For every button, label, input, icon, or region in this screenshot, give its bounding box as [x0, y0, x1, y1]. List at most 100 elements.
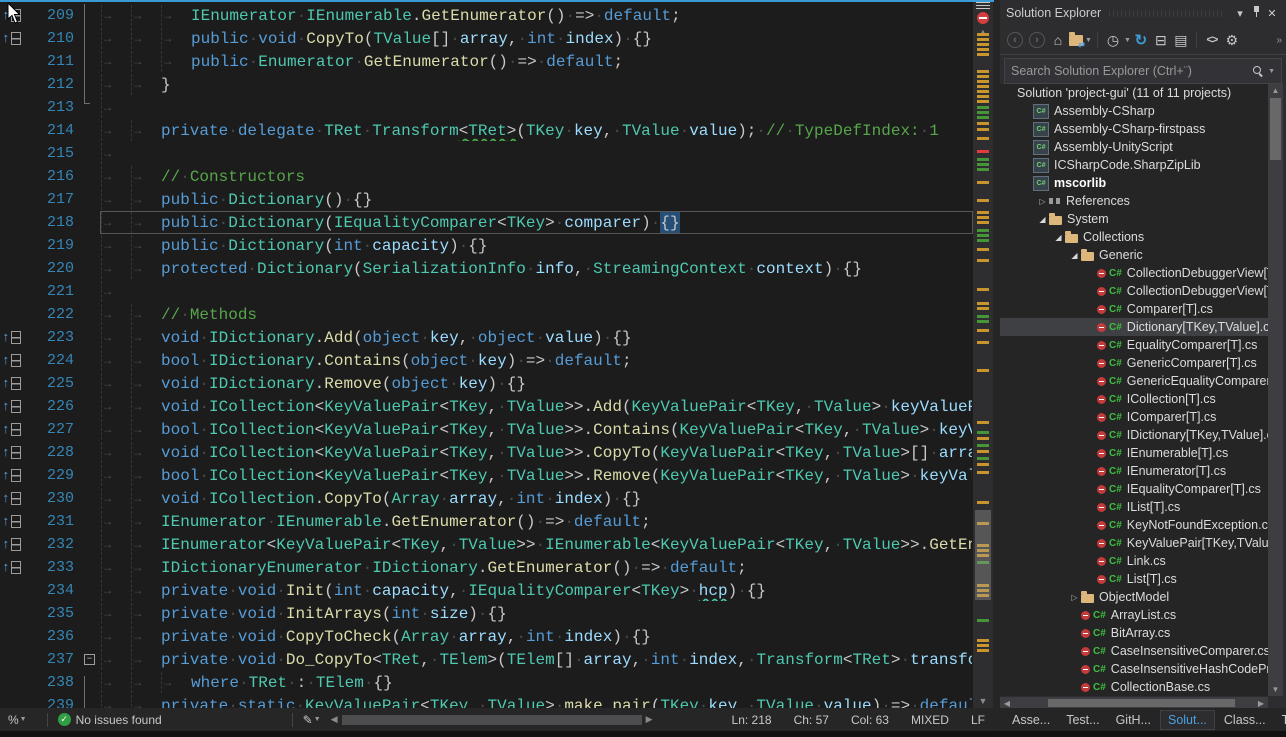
zoom-caret-icon[interactable]: ▼	[20, 716, 27, 723]
code-line[interactable]: ↑227→→bool·ICollection<KeyValuePair<TKey…	[0, 418, 973, 441]
expand-arrow-icon[interactable]: ▷	[1068, 593, 1081, 602]
tree-item[interactable]: C#Assembly-CSharp-firstpass	[1000, 120, 1268, 138]
code-line[interactable]: 215→	[0, 142, 973, 165]
scroll-up-arrow-icon[interactable]: ▲	[1268, 86, 1283, 95]
code-line[interactable]: 239→→private·static·KeyValuePair<TKey,·T…	[0, 694, 973, 708]
code-line[interactable]: ↑209→→→IEnumerator·IEnumerable.GetEnumer…	[0, 4, 973, 27]
toolbar-overflow-icon[interactable]: »	[1276, 35, 1282, 46]
tree-item[interactable]: ▷References	[1000, 192, 1268, 210]
view-code-icon[interactable]: <>	[1203, 30, 1221, 50]
search-dropdown-caret-icon[interactable]: ▼	[1268, 68, 1275, 75]
pending-changes-filter-icon-caret[interactable]: ▼	[1124, 37, 1131, 44]
collapse-arrow-icon[interactable]: ◢	[1036, 215, 1049, 224]
encoding-indicator[interactable]: MIXED	[911, 713, 949, 727]
tree-item-file[interactable]: C#Dictionary[TKey,TValue].cs	[1000, 318, 1268, 336]
zoom-control[interactable]: % ▼	[8, 713, 27, 727]
collapse-region-icon[interactable]: −	[84, 654, 95, 665]
tree-item-file[interactable]: C#KeyNotFoundException.cs	[1000, 516, 1268, 534]
search-box[interactable]: Search Solution Explorer (Ctrl+¨) ▼	[1004, 58, 1282, 84]
scrollbar-thumb[interactable]	[342, 715, 642, 725]
tree-item-file[interactable]: C#CollectionBase.cs	[1000, 678, 1268, 696]
tree-item[interactable]: ◢System	[1000, 210, 1268, 228]
scrollbar-thumb[interactable]	[1270, 98, 1281, 160]
tool-window-tab[interactable]: Tea...	[1275, 711, 1286, 729]
expand-arrow-icon[interactable]: ▷	[1036, 197, 1049, 206]
scroll-left-arrow-icon[interactable]: ◀	[331, 714, 338, 725]
code-line[interactable]: ↑230→→void·ICollection.CopyTo(Array·arra…	[0, 487, 973, 510]
code-line[interactable]: ↑226→→void·ICollection<KeyValuePair<TKey…	[0, 395, 973, 418]
tree-item[interactable]: C#Assembly-CSharp	[1000, 102, 1268, 120]
tree-item-file[interactable]: C#IComparer[T].cs	[1000, 408, 1268, 426]
scrollbar-thumb[interactable]	[975, 510, 991, 600]
reference-indicator-icon[interactable]: ↑	[0, 533, 28, 556]
reference-indicator-icon[interactable]: ↑	[0, 372, 28, 395]
reference-indicator-icon[interactable]: ↑	[0, 395, 28, 418]
tree-item-file[interactable]: C#CaseInsensitiveHashCodeProvider.cs	[1000, 660, 1268, 678]
code-line[interactable]: ↑231→→IEnumerator·IEnumerable.GetEnumera…	[0, 510, 973, 533]
code-line[interactable]: ↑224→→bool·IDictionary.Contains(object·k…	[0, 349, 973, 372]
tree-item-file[interactable]: C#List[T].cs	[1000, 570, 1268, 588]
scroll-down-arrow-icon[interactable]: ▼	[1268, 685, 1283, 694]
code-line[interactable]: 211→→→public·Enumerator·GetEnumerator()·…	[0, 50, 973, 73]
tree-item[interactable]: C#Assembly-UnityScript	[1000, 138, 1268, 156]
code-line[interactable]: ↑225→→void·IDictionary.Remove(object·key…	[0, 372, 973, 395]
preview-selected-items-icon[interactable]: ▤	[1172, 30, 1190, 50]
reference-indicator-icon[interactable]: ↑	[0, 464, 28, 487]
code-line[interactable]: ↑229→→bool·ICollection<KeyValuePair<TKey…	[0, 464, 973, 487]
pin-icon[interactable]	[1248, 5, 1264, 21]
code-line[interactable]: 236→→private·void·CopyToCheck(Array·arra…	[0, 625, 973, 648]
split-window-grip[interactable]	[976, 2, 990, 11]
reference-indicator-icon[interactable]: ↑	[0, 487, 28, 510]
tool-window-tab[interactable]: Asse...	[1005, 711, 1057, 729]
tree-item[interactable]: Solution 'project-gui' (11 of 11 project…	[1000, 84, 1268, 102]
pending-changes-filter-icon[interactable]: ◷	[1104, 30, 1122, 50]
close-icon[interactable]: ✕	[1264, 7, 1280, 20]
tree-item-file[interactable]: C#IList[T].cs	[1000, 498, 1268, 516]
code-line[interactable]: 216→→//·Constructors	[0, 165, 973, 188]
tree-item-file[interactable]: C#Link.cs	[1000, 552, 1268, 570]
tree-item[interactable]: ◢Generic	[1000, 246, 1268, 264]
code-line[interactable]: 222→→//·Methods	[0, 303, 973, 326]
code-line[interactable]: ↑223→→void·IDictionary.Add(object·key,·o…	[0, 326, 973, 349]
tree-item[interactable]: ▷ObjectModel	[1000, 588, 1268, 606]
collapse-arrow-icon[interactable]: ◢	[1052, 233, 1065, 242]
back-icon[interactable]: ‹	[1007, 32, 1023, 48]
tree-vertical-scrollbar[interactable]: ▲ ▼	[1268, 84, 1283, 696]
tree-item-file[interactable]: C#BitArray.cs	[1000, 624, 1268, 642]
code-line[interactable]: 214→→private·delegate·TRet·Transform<TRe…	[0, 119, 973, 142]
reference-indicator-icon[interactable]: ↑	[0, 556, 28, 579]
collapse-arrow-icon[interactable]: ◢	[1068, 251, 1081, 260]
solution-explorer-titlebar[interactable]: Solution Explorer ▾ ✕	[1000, 0, 1286, 26]
code-line[interactable]: 238→→→where·TRet·:·TElem·{}	[0, 671, 973, 694]
tool-window-tab[interactable]: Solut...	[1160, 710, 1215, 730]
eol-indicator[interactable]: LF	[971, 713, 985, 727]
panel-splitter[interactable]	[993, 0, 1000, 731]
reference-indicator-icon[interactable]: ↑	[0, 418, 28, 441]
char-indicator[interactable]: Ch: 57	[794, 713, 829, 727]
paintbrush-icon[interactable]: ✎	[303, 713, 313, 727]
issues-indicator[interactable]: ✓ No issues found	[58, 713, 162, 727]
fold-margin[interactable]: −	[82, 648, 100, 671]
tree-item-file[interactable]: C#IEnumerable[T].cs	[1000, 444, 1268, 462]
tool-window-tab[interactable]: Test...	[1059, 711, 1106, 729]
column-indicator[interactable]: Col: 63	[851, 713, 889, 727]
code-editor[interactable]: ↑209→→→IEnumerator·IEnumerable.GetEnumer…	[0, 0, 973, 708]
editor-horizontal-scrollbar[interactable]	[342, 715, 642, 725]
code-line[interactable]: 212→→}	[0, 73, 973, 96]
reference-indicator-icon[interactable]: ↑	[0, 27, 28, 50]
code-line[interactable]: 219→→public·Dictionary(int·capacity)·{}	[0, 234, 973, 257]
tree-item-file[interactable]: C#ArrayList.cs	[1000, 606, 1268, 624]
tree-item-file[interactable]: C#CollectionDebuggerView[T,U].cs	[1000, 264, 1268, 282]
search-icon[interactable]	[1253, 66, 1263, 76]
scroll-right-arrow-icon[interactable]: ▶	[646, 714, 653, 725]
code-line[interactable]: 217→→public·Dictionary()·{}	[0, 188, 973, 211]
tree-item-file[interactable]: C#CollectionDebuggerView[T].cs	[1000, 282, 1268, 300]
code-line[interactable]: 237−→→private·void·Do_CopyTo<TRet,·TElem…	[0, 648, 973, 671]
reference-indicator-icon[interactable]: ↑	[0, 441, 28, 464]
editor-vertical-scrollbar[interactable]: ▲ ▼	[973, 0, 993, 708]
tree-item-file[interactable]: C#IEnumerator[T].cs	[1000, 462, 1268, 480]
scroll-left-arrow-icon[interactable]: ◀	[1000, 699, 1014, 708]
tree-item-file[interactable]: C#GenericEqualityComparer[T].cs	[1000, 372, 1268, 390]
tree-item-file[interactable]: C#EqualityComparer[T].cs	[1000, 336, 1268, 354]
code-line[interactable]: 213→	[0, 96, 973, 119]
